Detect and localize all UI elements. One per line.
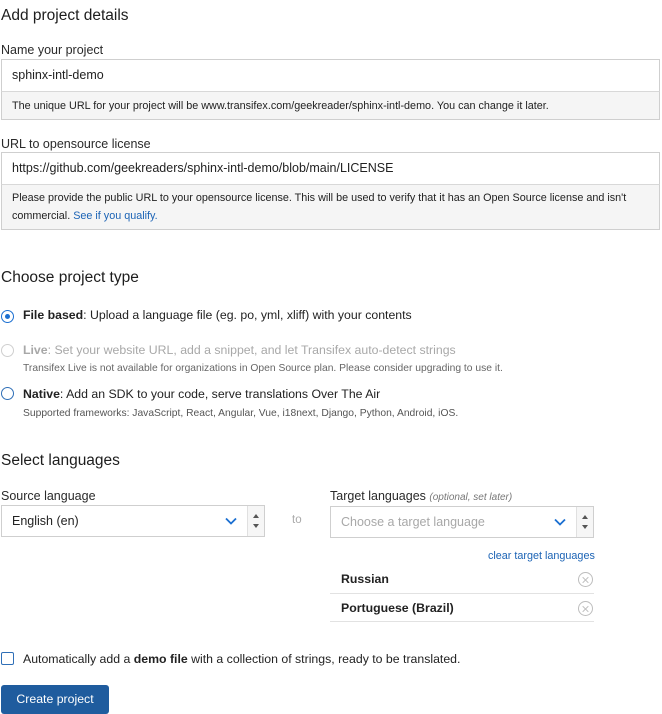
chevron-down-icon <box>554 518 566 526</box>
license-help: Please provide the public URL to your op… <box>1 184 660 230</box>
remove-circle-icon[interactable] <box>578 572 593 587</box>
list-divider <box>330 621 594 622</box>
target-label-text: Target languages <box>330 489 426 503</box>
target-language-item: Portuguese (Brazil) <box>330 593 594 621</box>
live-desc: : Set your website URL, add a snippet, a… <box>47 343 456 357</box>
clear-target-languages-link[interactable]: clear target languages <box>488 550 595 562</box>
name-help: The unique URL for your project will be … <box>1 91 660 120</box>
license-url-input[interactable]: https://github.com/geekreaders/sphinx-in… <box>1 152 660 185</box>
file-based-desc: : Upload a language file (eg. po, yml, x… <box>83 308 412 322</box>
spinner-icon <box>247 506 264 536</box>
target-language-item: Russian <box>330 565 594 593</box>
create-project-button[interactable]: Create project <box>1 685 109 714</box>
file-based-option[interactable]: File based: Upload a language file (eg. … <box>23 308 412 322</box>
native-title: Native <box>23 387 60 401</box>
language-name: Russian <box>341 572 389 586</box>
demo-file-label[interactable]: Automatically add a demo file with a col… <box>23 652 460 666</box>
native-sub: Supported frameworks: JavaScript, React,… <box>23 408 459 419</box>
file-based-radio[interactable] <box>1 310 14 323</box>
native-option[interactable]: Native: Add an SDK to your code, serve t… <box>23 387 380 401</box>
source-language-label: Source language <box>1 489 96 503</box>
target-placeholder: Choose a target language <box>341 515 485 529</box>
remove-circle-icon[interactable] <box>578 601 593 616</box>
project-type-heading: Choose project type <box>1 269 139 286</box>
native-radio[interactable] <box>1 387 14 400</box>
name-label: Name your project <box>1 43 104 57</box>
license-label: URL to opensource license <box>1 137 151 151</box>
to-text: to <box>292 514 302 526</box>
target-hint: (optional, set later) <box>429 492 513 503</box>
language-name: Portuguese (Brazil) <box>341 601 454 615</box>
file-based-title: File based <box>23 308 84 322</box>
target-languages-label: Target languages (optional, set later) <box>330 489 512 503</box>
source-language-value: English (en) <box>12 514 79 528</box>
qualify-link[interactable]: See if you qualify. <box>73 210 157 222</box>
languages-heading: Select languages <box>1 452 120 469</box>
live-sub: Transifex Live is not available for orga… <box>23 363 503 374</box>
live-title: Live <box>23 343 48 357</box>
demo-text-before: Automatically add a <box>23 652 134 666</box>
demo-text-after: with a collection of strings, ready to b… <box>187 652 461 666</box>
spinner-icon <box>576 507 593 537</box>
source-language-select[interactable]: English (en) <box>1 505 265 537</box>
native-desc: : Add an SDK to your code, serve transla… <box>59 387 381 401</box>
demo-file-checkbox[interactable] <box>1 652 14 665</box>
project-name-input[interactable]: sphinx-intl-demo <box>1 59 660 92</box>
demo-text-bold: demo file <box>133 652 188 666</box>
live-option: Live: Set your website URL, add a snippe… <box>23 343 456 357</box>
live-radio <box>1 344 14 357</box>
chevron-down-icon <box>225 517 237 525</box>
target-language-select[interactable]: Choose a target language <box>330 506 594 538</box>
details-heading: Add project details <box>1 7 129 24</box>
